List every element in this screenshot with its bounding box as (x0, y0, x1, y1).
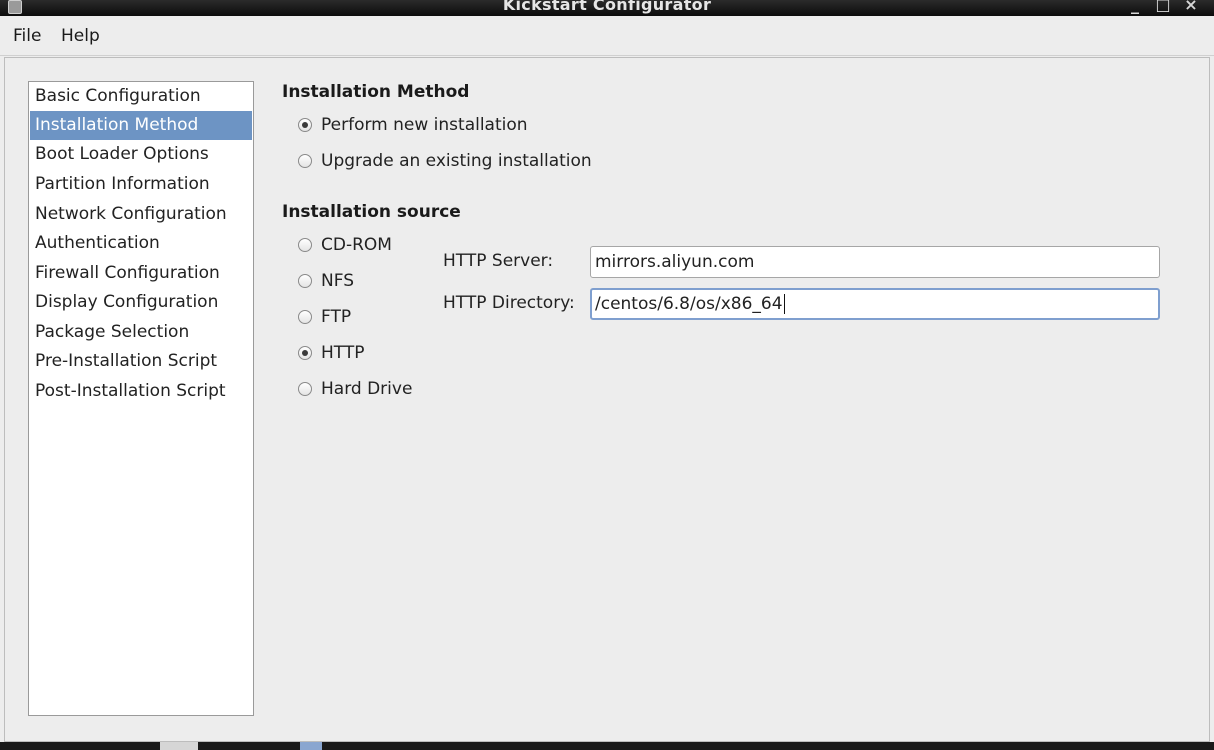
radio-label: CD-ROM (321, 235, 392, 255)
http-server-label: HTTP Server: (443, 251, 554, 271)
http-server-input[interactable]: mirrors.aliyun.com (590, 246, 1160, 278)
sidebar-item-network-configuration[interactable]: Network Configuration (30, 200, 252, 229)
http-directory-input[interactable]: /centos/6.8/os/x86_64 (590, 288, 1160, 320)
minimize-button[interactable]: _ (1126, 0, 1144, 14)
sidebar-item-boot-loader-options[interactable]: Boot Loader Options (30, 140, 252, 169)
radio-indicator[interactable] (298, 346, 312, 360)
maximize-button[interactable]: □ (1154, 0, 1172, 14)
window-title: Kickstart Configurator (502, 0, 712, 14)
sidebar-item-post-installation-script[interactable]: Post-Installation Script (30, 377, 252, 406)
sidebar-item-pre-installation-script[interactable]: Pre-Installation Script (30, 347, 252, 376)
taskbar-segment (300, 742, 322, 750)
radio-indicator[interactable] (298, 310, 312, 324)
menu-file[interactable]: File (13, 26, 41, 46)
radio-ftp[interactable]: FTP (298, 306, 351, 328)
sidebar-item-authentication[interactable]: Authentication (30, 229, 252, 258)
taskbar-edge (0, 742, 1214, 750)
text-caret (783, 294, 785, 314)
radio-upgrade-existing-installation[interactable]: Upgrade an existing installation (298, 150, 592, 172)
radio-label: Hard Drive (321, 379, 413, 399)
sidebar-item-partition-information[interactable]: Partition Information (30, 170, 252, 199)
category-list[interactable]: Basic Configuration Installation Method … (28, 81, 254, 716)
http-directory-label: HTTP Directory: (443, 293, 575, 313)
radio-http[interactable]: HTTP (298, 342, 365, 364)
taskbar-segment (160, 742, 198, 750)
radio-label: FTP (321, 307, 352, 327)
radio-label: NFS (321, 271, 354, 291)
menu-help[interactable]: Help (61, 26, 100, 46)
title-bar: Kickstart Configurator _ □ × (0, 0, 1214, 16)
sidebar-item-basic-configuration[interactable]: Basic Configuration (30, 82, 252, 111)
sidebar-item-firewall-configuration[interactable]: Firewall Configuration (30, 259, 252, 288)
radio-indicator[interactable] (298, 382, 312, 396)
radio-indicator[interactable] (298, 238, 312, 252)
http-server-value: mirrors.aliyun.com (595, 252, 755, 272)
radio-nfs[interactable]: NFS (298, 270, 354, 292)
kickstart-window: Kickstart Configurator _ □ × File Help B… (0, 0, 1214, 750)
installation-source-heading: Installation source (282, 202, 461, 222)
sidebar-item-package-selection[interactable]: Package Selection (30, 318, 252, 347)
radio-hard-drive[interactable]: Hard Drive (298, 378, 412, 400)
radio-label: Perform new installation (321, 115, 528, 135)
radio-perform-new-installation[interactable]: Perform new installation (298, 114, 528, 136)
installation-method-heading: Installation Method (282, 82, 470, 102)
sidebar-item-display-configuration[interactable]: Display Configuration (30, 288, 252, 317)
menu-bar: File Help (0, 16, 1214, 56)
http-directory-value: /centos/6.8/os/x86_64 (595, 294, 783, 314)
radio-indicator[interactable] (298, 154, 312, 168)
radio-label: Upgrade an existing installation (321, 151, 592, 171)
radio-indicator[interactable] (298, 118, 312, 132)
close-button[interactable]: × (1182, 0, 1200, 14)
radio-label: HTTP (321, 343, 365, 363)
sidebar-item-installation-method[interactable]: Installation Method (30, 111, 252, 140)
radio-cd-rom[interactable]: CD-ROM (298, 234, 392, 256)
radio-indicator[interactable] (298, 274, 312, 288)
